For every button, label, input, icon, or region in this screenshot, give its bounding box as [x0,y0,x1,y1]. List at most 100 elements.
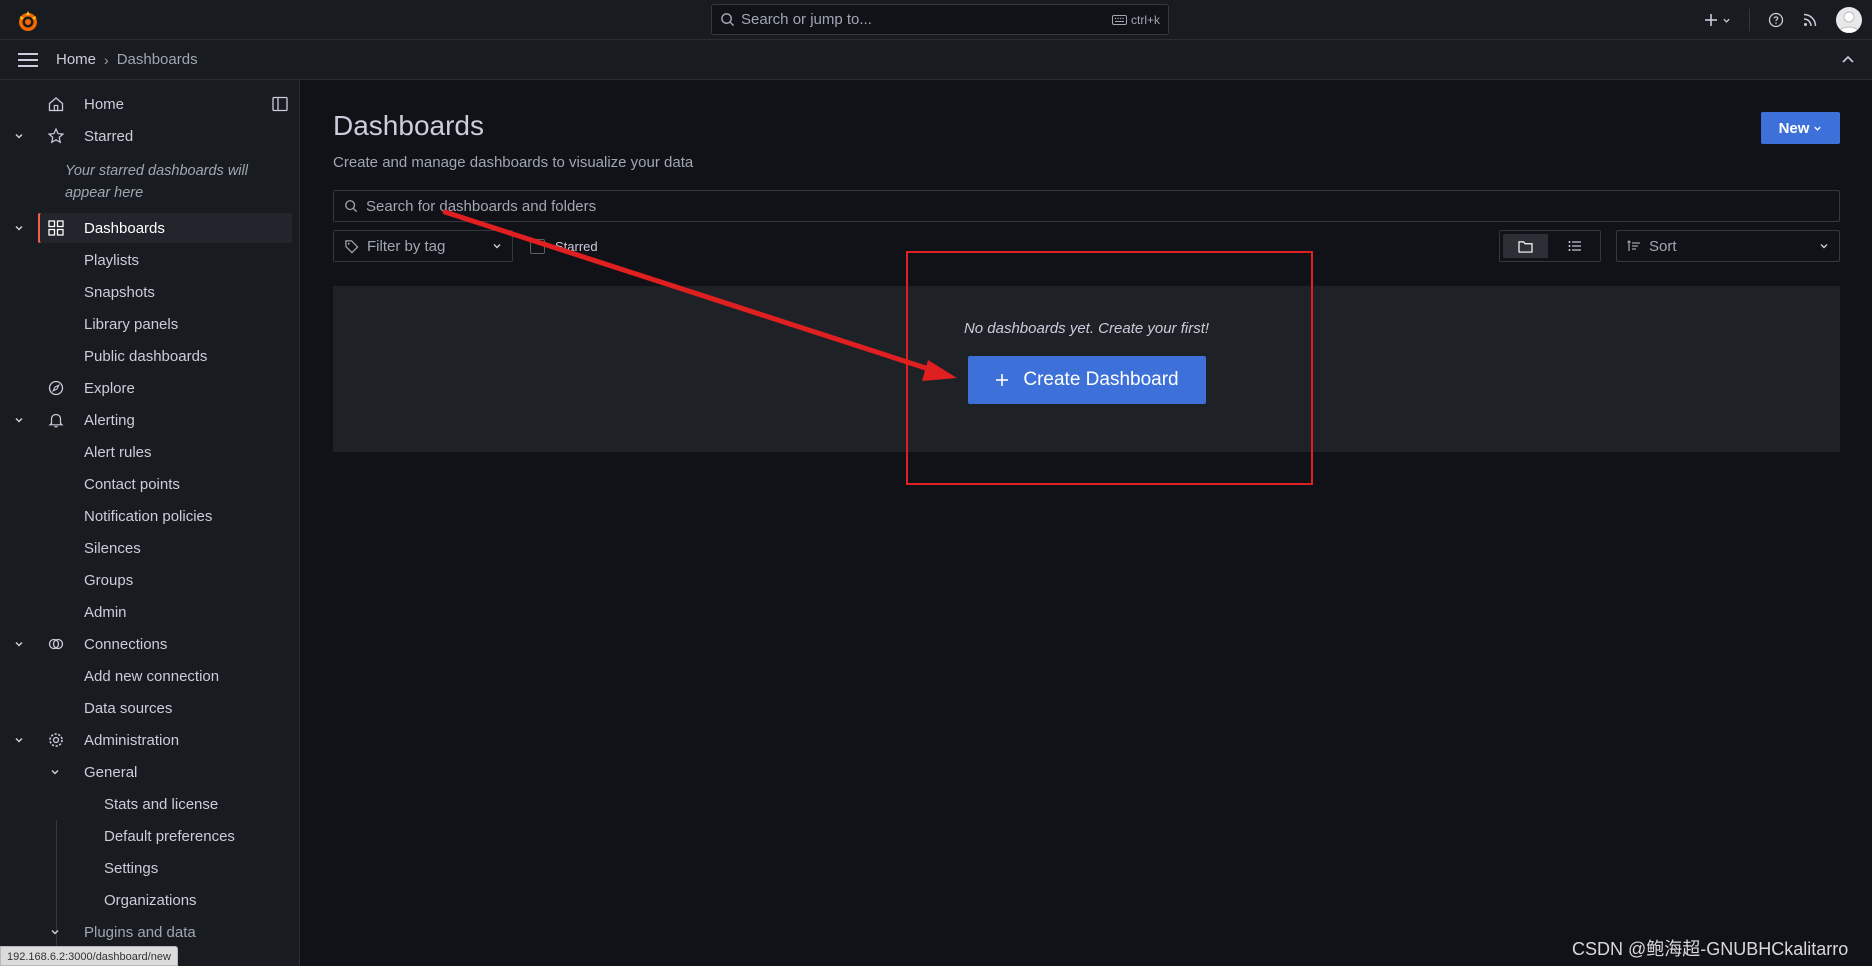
sort-icon [1627,240,1640,251]
sidebar-item-label: Add new connection [84,667,220,685]
sidebar-item-connections[interactable]: Connections [0,629,292,659]
sidebar-item-settings[interactable]: Settings [0,853,292,883]
global-search-input[interactable]: Search or jump to... ctrl+k [711,4,1169,35]
breadcrumb-bar: Home › Dashboards [0,40,1872,80]
sidebar-item-alerting[interactable]: Alerting [0,405,292,435]
main-content: Dashboards Create and manage dashboards … [301,80,1872,966]
link-icon [48,638,64,650]
sidebar-item-library-panels[interactable]: Library panels [0,309,292,339]
sidebar-item-label: Plugins and data [84,923,196,941]
sidebar-item-label: Alert rules [84,443,152,461]
filter-by-tag-select[interactable]: Filter by tag [333,230,513,262]
sidebar-item-plugins-and-data[interactable]: Plugins and data [0,917,292,947]
top-bar: Search or jump to... ctrl+k [0,0,1872,40]
starred-checkbox[interactable] [530,239,545,254]
sidebar-item-dashboards[interactable]: Dashboards [40,213,292,243]
sidebar-item-alert-rules[interactable]: Alert rules [0,437,292,467]
sidebar-item-organizations[interactable]: Organizations [0,885,292,915]
sidebar-item-admin[interactable]: Admin [0,597,292,627]
sidebar-item-starred[interactable]: Starred [0,121,292,151]
search-icon [721,13,735,27]
chevron-down-icon [493,244,501,249]
global-search-placeholder: Search or jump to... [741,11,872,28]
sidebar-item-label: Data sources [84,699,173,717]
page-subtitle: Create and manage dashboards to visualiz… [333,154,694,171]
sidebar-item-groups[interactable]: Groups [0,565,292,595]
sidebar-item-label: Dashboards [84,219,165,237]
sidebar-item-label: Silences [84,539,141,557]
sidebar-item-label: Notification policies [84,507,213,525]
filter-by-tag-label: Filter by tag [367,237,446,255]
sort-select[interactable]: Sort [1616,230,1840,262]
dashboard-search-placeholder: Search for dashboards and folders [366,197,597,215]
keyboard-icon [1111,14,1127,25]
list-view-button[interactable] [1552,234,1597,258]
user-avatar-icon [1838,11,1860,33]
gear-icon [49,733,63,747]
watermark-text: CSDN @鲍海超-GNUBHCkalitarro [1572,939,1849,959]
compass-icon [48,380,64,396]
sidebar-item-label: Playlists [84,251,140,269]
chevron-down-icon[interactable] [13,734,25,746]
annotation-highlight-box [906,251,1313,485]
folder-icon [1518,240,1533,253]
sidebar-item-snapshots[interactable]: Snapshots [0,277,292,307]
starred-empty-message: Your starred dashboards will appear here [65,163,248,201]
chevron-up-icon[interactable] [1840,52,1856,68]
chevron-down-icon[interactable] [13,130,25,142]
chevron-down-icon [1814,126,1822,131]
sidebar-item-explore[interactable]: Explore [0,373,292,403]
sidebar-item-default-preferences[interactable]: Default preferences [0,821,292,851]
sort-label: Sort [1649,237,1677,255]
folder-view-button[interactable] [1503,234,1548,258]
sidebar-item-label: Home [84,95,125,113]
chevron-down-icon [1820,244,1828,249]
plus-icon [1705,14,1717,26]
starred-filter[interactable]: Starred [530,239,598,254]
sidebar-item-silences[interactable]: Silences [0,533,292,563]
search-icon [345,200,358,213]
page-title: Dashboards [333,110,484,141]
sidebar-item-label: Library panels [84,315,179,333]
new-button[interactable]: New [1761,112,1840,144]
sidebar-item-label: Connections [84,635,168,653]
add-menu-button[interactable] [1704,13,1731,27]
starred-checkbox-label: Starred [555,239,598,254]
chevron-down-icon[interactable] [49,926,61,938]
chevron-down-icon[interactable] [49,766,61,778]
sidebar-item-label: Alerting [84,411,135,429]
breadcrumb-current: Dashboards [116,51,198,68]
chevron-down-icon[interactable] [13,414,25,426]
breadcrumb-home-link[interactable]: Home [56,51,96,68]
sidebar-nav: Home Starred Your starred dashboards wil… [0,80,300,966]
sidebar-item-notification-policies[interactable]: Notification policies [0,501,292,531]
menu-toggle-icon[interactable] [17,52,39,68]
chevron-down-icon[interactable] [13,638,25,650]
grafana-logo-icon[interactable] [16,9,40,33]
sidebar-item-home[interactable]: Home [0,89,292,119]
sidebar-item-label: Settings [104,859,159,877]
help-icon[interactable] [1768,12,1784,28]
sidebar-item-label: Explore [84,379,135,397]
sidebar-item-public-dashboards[interactable]: Public dashboards [0,341,292,371]
bell-icon [48,413,64,428]
sidebar-item-label: Starred [84,127,134,145]
sidebar-item-label: Snapshots [84,283,155,301]
news-rss-icon[interactable] [1802,12,1818,28]
star-icon [47,127,65,144]
sidebar-item-label: Stats and license [104,795,219,813]
sidebar-item-label: Default preferences [104,827,235,845]
chevron-down-icon[interactable] [13,222,25,234]
sidebar-item-label: Organizations [104,891,197,909]
sidebar-item-stats-and-license[interactable]: Stats and license [0,789,292,819]
dashboard-search-input[interactable]: Search for dashboards and folders [333,190,1840,222]
list-icon [1568,241,1581,251]
sidebar-item-general[interactable]: General [0,757,292,787]
sidebar-item-administration[interactable]: Administration [0,725,292,755]
breadcrumb-separator: › [104,51,109,68]
user-avatar[interactable] [1836,7,1862,33]
sidebar-item-add-new-connection[interactable]: Add new connection [0,661,292,691]
sidebar-item-playlists[interactable]: Playlists [0,245,292,275]
sidebar-item-contact-points[interactable]: Contact points [0,469,292,499]
sidebar-item-data-sources[interactable]: Data sources [0,693,292,723]
